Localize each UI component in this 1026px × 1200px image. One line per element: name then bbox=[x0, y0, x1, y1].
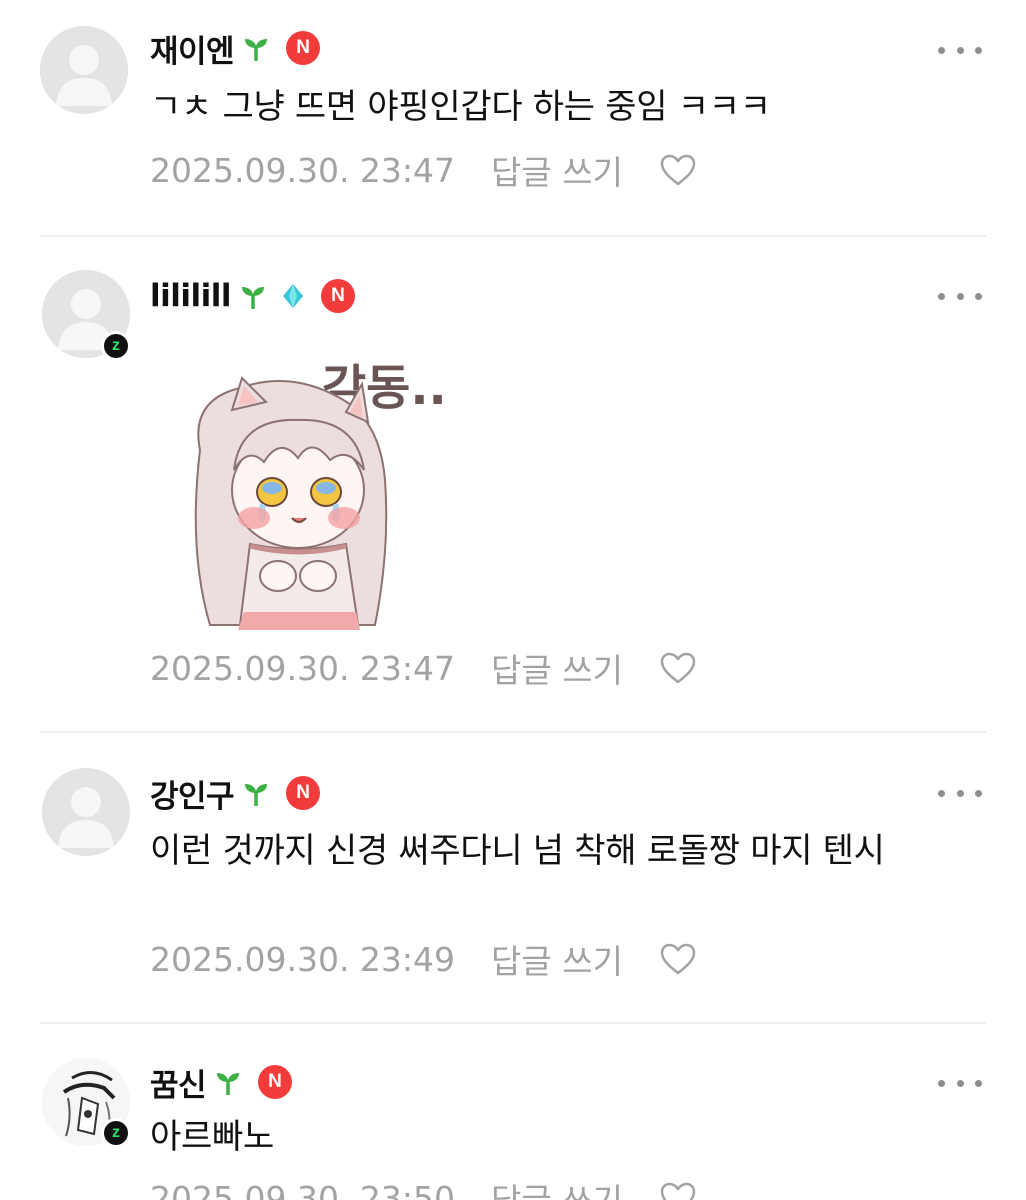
comment-meta: 2025.09.30. 23:49 답글 쓰기 bbox=[150, 937, 697, 981]
nickname[interactable]: 강인구 bbox=[150, 771, 235, 816]
reply-button[interactable]: 답글 쓰기 bbox=[491, 644, 623, 692]
nickname-row: 꿈신 N bbox=[150, 1060, 293, 1105]
nickname-row: lililill N bbox=[150, 274, 356, 318]
diamond-gem-icon bbox=[281, 283, 305, 309]
nickname[interactable]: 꿈신 bbox=[150, 1060, 207, 1105]
divider bbox=[40, 1022, 986, 1024]
nickname[interactable]: 재이엔 bbox=[150, 26, 235, 71]
comment-text: 아르빠노 bbox=[150, 1117, 274, 1157]
heart-outline-icon[interactable] bbox=[659, 153, 697, 187]
default-profile-icon bbox=[40, 26, 128, 114]
sprout-icon bbox=[214, 1069, 242, 1095]
heart-outline-icon[interactable] bbox=[659, 651, 697, 685]
naver-n-icon: N bbox=[286, 31, 321, 65]
more-dots-icon[interactable] bbox=[938, 1073, 982, 1093]
comment-meta: 2025.09.30. 23:47 답글 쓰기 bbox=[150, 148, 697, 192]
avatar[interactable] bbox=[40, 26, 128, 114]
zep-badge-icon: z bbox=[101, 331, 131, 361]
reply-button[interactable]: 답글 쓰기 bbox=[491, 146, 623, 194]
avatar[interactable] bbox=[42, 768, 130, 856]
zep-badge-icon: z bbox=[101, 1118, 131, 1148]
timestamp: 2025.09.30. 23:47 bbox=[150, 648, 456, 688]
naver-n-icon: N bbox=[321, 279, 356, 313]
timestamp: 2025.09.30. 23:50 bbox=[150, 1178, 456, 1200]
default-profile-icon bbox=[42, 768, 130, 856]
sprout-icon bbox=[242, 35, 270, 61]
nickname[interactable]: lililill bbox=[150, 278, 232, 314]
reply-button[interactable]: 답글 쓰기 bbox=[491, 935, 623, 983]
comment-list: 재이엔 N ㄱㅊ 그냥 뜨면 야핑인갑다 하는 중임 ㅋㅋㅋ 2025.09.3… bbox=[0, 0, 1026, 1200]
heart-outline-icon[interactable] bbox=[659, 942, 697, 976]
divider bbox=[40, 731, 986, 733]
naver-n-icon: N bbox=[286, 776, 321, 810]
more-dots-icon[interactable] bbox=[938, 783, 982, 803]
comment-text: ㄱㅊ 그냥 뜨면 야핑인갑다 하는 중임 ㅋㅋㅋ bbox=[150, 87, 771, 127]
more-dots-icon[interactable] bbox=[938, 286, 982, 306]
divider bbox=[40, 235, 986, 237]
heart-outline-icon[interactable] bbox=[659, 1181, 697, 1200]
sprout-icon bbox=[239, 283, 267, 309]
naver-n-icon: N bbox=[258, 1065, 293, 1099]
nickname-row: 강인구 N bbox=[150, 771, 321, 816]
nickname-row: 재이엔 N bbox=[150, 26, 321, 71]
sprout-icon bbox=[242, 780, 270, 806]
comment-meta: 2025.09.30. 23:47 답글 쓰기 bbox=[150, 646, 697, 690]
timestamp: 2025.09.30. 23:49 bbox=[150, 939, 456, 979]
timestamp: 2025.09.30. 23:47 bbox=[150, 150, 456, 190]
reply-button[interactable]: 답글 쓰기 bbox=[491, 1174, 623, 1200]
comment-text: 이런 것까지 신경 써주다니 넘 착해 로돌짱 마지 텐시 bbox=[150, 831, 885, 871]
more-dots-icon[interactable] bbox=[938, 40, 982, 60]
comment-meta: 2025.09.30. 23:50 답글 쓰기 bbox=[150, 1176, 697, 1200]
crying-cat-girl-sticker: 감동.. bbox=[180, 340, 470, 630]
